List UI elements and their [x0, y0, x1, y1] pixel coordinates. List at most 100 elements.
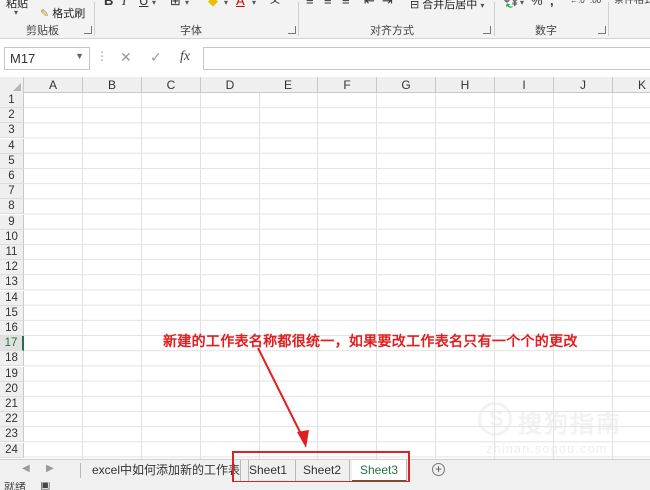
row-header-17[interactable]: 17 — [0, 336, 24, 352]
row-header-16[interactable]: 16 — [0, 321, 24, 336]
bold-button[interactable]: B — [104, 0, 113, 8]
comma-button[interactable]: , — [550, 0, 554, 8]
column-header-j[interactable]: J — [554, 77, 613, 93]
align-left-button[interactable]: ≡ — [306, 0, 314, 8]
row-header-11[interactable]: 11 — [0, 245, 24, 260]
border-button[interactable]: ⊞ — [170, 0, 181, 8]
row-header-3[interactable]: 3 — [0, 123, 24, 139]
macro-record-icon[interactable]: ▣ — [40, 482, 50, 490]
currency-button[interactable]: 💱 — [503, 0, 519, 8]
alignment-launcher-icon[interactable] — [483, 26, 491, 34]
italic-button[interactable]: I — [122, 0, 126, 8]
column-header-k[interactable]: K — [613, 77, 650, 93]
divider — [494, 2, 495, 36]
name-box[interactable]: M17 ▼ — [4, 47, 90, 70]
divider — [298, 2, 299, 36]
number-launcher-icon[interactable] — [598, 26, 606, 34]
increase-indent-icon: ⇥ — [382, 0, 393, 8]
fill-color-button[interactable]: ◆ — [208, 0, 218, 8]
cancel-icon[interactable]: ✕ — [120, 49, 132, 66]
phonetic-button[interactable]: 文 — [270, 0, 280, 8]
underline-button[interactable]: U — [139, 0, 148, 8]
formula-input[interactable] — [203, 47, 650, 70]
font-color-icon: A — [236, 0, 245, 8]
watermark: 搜狗指南 zhinan.sogou.com — [478, 400, 638, 460]
row-header-12[interactable]: 12 — [0, 260, 24, 276]
conditional-format-button[interactable]: 条件格式 — [614, 0, 650, 8]
sheet-tab[interactable]: excel中如何添加新的工作表 — [84, 460, 250, 481]
border-dropdown-icon[interactable]: ▾ — [185, 0, 189, 7]
column-header-i[interactable]: I — [495, 77, 554, 93]
row-header-14[interactable]: 14 — [0, 290, 24, 306]
increase-decimal-icon: ←.0 — [570, 0, 585, 5]
gridline — [200, 93, 201, 459]
row-header-5[interactable]: 5 — [0, 153, 24, 169]
percent-button[interactable]: % — [531, 0, 543, 8]
fill-dropdown-icon[interactable]: ▾ — [224, 0, 228, 7]
gridline — [317, 93, 318, 459]
decrease-indent-icon: ⇤ — [364, 0, 375, 8]
watermark-url: zhinan.sogou.com — [486, 441, 608, 456]
add-sheet-icon[interactable]: + — [432, 463, 445, 476]
row-header-13[interactable]: 13 — [0, 275, 24, 291]
align-right-button[interactable]: ≡ — [342, 0, 350, 8]
status-bar: 就绪 ▣ — [0, 482, 650, 490]
row-header-8[interactable]: 8 — [0, 199, 24, 215]
decrease-indent-button[interactable]: ⇤ — [364, 0, 375, 8]
group-label-clipboard: 剪贴板 — [26, 25, 59, 37]
row-header-23[interactable]: 23 — [0, 427, 24, 443]
font-color-dropdown-icon[interactable]: ▾ — [252, 0, 256, 7]
underline-dropdown-icon[interactable]: ▾ — [152, 0, 156, 7]
column-header-c[interactable]: C — [142, 77, 201, 93]
increase-indent-button[interactable]: ⇥ — [382, 0, 393, 8]
annotation-highlight-box — [232, 451, 410, 483]
column-header-f[interactable]: F — [318, 77, 377, 93]
row-header-20[interactable]: 20 — [0, 381, 24, 397]
decrease-decimal-button[interactable]: .00 — [590, 0, 601, 8]
row-header-1[interactable]: 1 — [0, 93, 24, 108]
merge-center-button[interactable]: ⊟ 合并后居中 ▾ — [410, 0, 484, 12]
currency-dropdown-icon[interactable]: ▾ — [520, 0, 524, 7]
row-header-21[interactable]: 21 — [0, 397, 24, 412]
name-box-value: M17 — [10, 51, 36, 66]
sogou-logo-icon — [478, 402, 512, 436]
divider — [608, 2, 609, 36]
row-header-6[interactable]: 6 — [0, 169, 24, 184]
merge-dropdown-icon: ▾ — [480, 1, 485, 10]
row-header-19[interactable]: 19 — [0, 366, 24, 382]
column-header-e[interactable]: E — [259, 77, 318, 93]
tab-scroll-right-icon[interactable]: ▶ — [46, 463, 54, 474]
column-header-g[interactable]: G — [377, 77, 436, 93]
font-color-button[interactable]: A — [236, 0, 245, 8]
column-header-h[interactable]: H — [436, 77, 495, 93]
conditional-format-icon: 条件格式 — [614, 0, 650, 6]
merge-icon: ⊟ — [410, 0, 420, 11]
align-right-icon: ≡ — [342, 0, 350, 8]
column-header-b[interactable]: B — [83, 77, 142, 93]
row-header-18[interactable]: 18 — [0, 351, 24, 367]
row-header-9[interactable]: 9 — [0, 214, 24, 230]
column-header-a[interactable]: A — [24, 77, 83, 93]
chevron-down-icon[interactable]: ▼ — [75, 51, 84, 61]
row-header-24[interactable]: 24 — [0, 442, 24, 458]
row-header-7[interactable]: 7 — [0, 184, 24, 200]
row-header-10[interactable]: 10 — [0, 229, 24, 245]
paste-dropdown-icon[interactable]: ▾ — [14, 8, 18, 17]
status-ready: 就绪 — [4, 482, 26, 490]
row-header-22[interactable]: 22 — [0, 412, 24, 428]
align-center-icon: ≡ — [324, 0, 332, 8]
clipboard-launcher-icon[interactable] — [84, 26, 92, 34]
font-launcher-icon[interactable] — [288, 26, 296, 34]
increase-decimal-button[interactable]: ←.0 — [570, 0, 585, 8]
tab-scroll-left-icon[interactable]: ◀ — [22, 463, 30, 474]
column-header-d[interactable]: D — [201, 77, 260, 93]
row-header-4[interactable]: 4 — [0, 138, 24, 154]
insert-function-icon[interactable]: fx — [180, 49, 190, 65]
format-painter-button[interactable]: ✎ 格式刷 — [40, 5, 85, 21]
align-center-button[interactable]: ≡ — [324, 0, 332, 8]
enter-icon[interactable]: ✓ — [150, 49, 162, 66]
decrease-decimal-icon: .00 — [590, 0, 602, 5]
row-header-2[interactable]: 2 — [0, 108, 24, 124]
row-header-15[interactable]: 15 — [0, 305, 24, 321]
select-all-corner[interactable] — [0, 77, 24, 94]
